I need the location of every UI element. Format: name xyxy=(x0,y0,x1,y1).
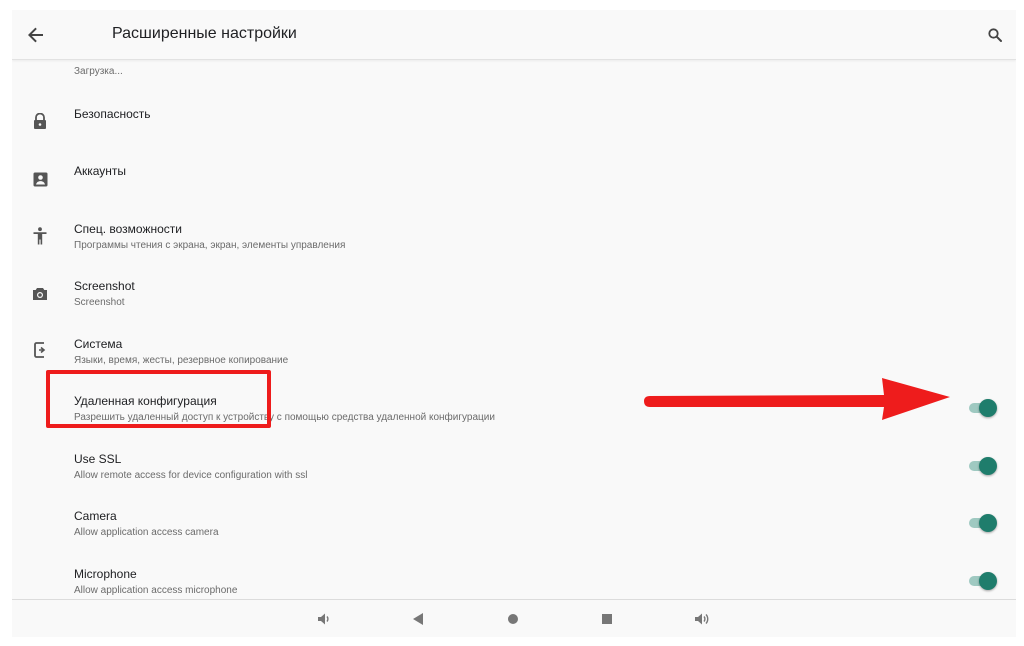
account-box-icon xyxy=(30,169,50,189)
list-item-title: Аккаунты xyxy=(74,164,127,178)
settings-list: Загрузка... Безопасность Аккаунты Спец. … xyxy=(12,61,1016,599)
volume-up-icon[interactable] xyxy=(692,609,712,629)
list-item-camera[interactable]: Camera Allow application access camera xyxy=(12,490,1016,547)
search-icon[interactable] xyxy=(984,24,1006,46)
android-screen: Расширенные настройки Загрузка... Безопа… xyxy=(12,10,1016,637)
list-item-title: Безопасность xyxy=(74,107,151,121)
home-circle-icon[interactable] xyxy=(503,609,523,629)
list-item-title: Спец. возможности xyxy=(74,222,182,236)
list-item-subtitle: Screenshot xyxy=(74,297,125,308)
list-item-partial[interactable]: Загрузка... xyxy=(12,61,1016,78)
use-ssl-toggle[interactable] xyxy=(967,456,997,476)
list-item-title: Use SSL xyxy=(74,452,122,466)
camera-toggle[interactable] xyxy=(967,513,997,533)
navigation-bar xyxy=(12,599,1016,637)
list-item-accessibility[interactable]: Спец. возможности Программы чтения с экр… xyxy=(12,203,1016,260)
list-item-microphone[interactable]: Microphone Allow application access micr… xyxy=(12,548,1016,599)
list-item-security[interactable]: Безопасность xyxy=(12,88,1016,145)
list-item-subtitle: Программы чтения с экрана, экран, элемен… xyxy=(74,240,346,251)
volume-down-icon[interactable] xyxy=(314,609,334,629)
app-bar: Расширенные настройки xyxy=(12,10,1016,60)
list-item-title: Система xyxy=(74,337,123,351)
list-item-subtitle: Allow application access camera xyxy=(74,527,219,538)
recents-square-icon[interactable] xyxy=(597,609,617,629)
arrow-back-icon[interactable] xyxy=(24,23,48,47)
list-item-title: Microphone xyxy=(74,567,137,581)
camera-icon xyxy=(30,284,50,304)
annotation-arrow xyxy=(644,378,950,420)
list-item-accounts[interactable]: Аккаунты xyxy=(12,145,1016,202)
system-icon xyxy=(30,340,50,360)
list-item-use-ssl[interactable]: Use SSL Allow remote access for device c… xyxy=(12,433,1016,490)
list-item-screenshot[interactable]: Screenshot Screenshot xyxy=(12,260,1016,317)
page-title: Расширенные настройки xyxy=(112,25,297,42)
list-item-subtitle: Языки, время, жесты, резервное копирован… xyxy=(74,355,289,366)
list-item-subtitle: Загрузка... xyxy=(74,66,123,77)
accessibility-icon xyxy=(30,226,50,246)
list-item-subtitle: Allow application access microphone xyxy=(74,585,238,596)
microphone-toggle[interactable] xyxy=(967,571,997,591)
list-item-title: Screenshot xyxy=(74,279,135,293)
list-item-system[interactable]: Система Языки, время, жесты, резервное к… xyxy=(12,318,1016,375)
annotation-highlight-box xyxy=(46,370,271,428)
back-triangle-icon[interactable] xyxy=(408,609,428,629)
list-item-title: Camera xyxy=(74,509,117,523)
remote-config-toggle[interactable] xyxy=(967,398,997,418)
list-item-subtitle: Allow remote access for device configura… xyxy=(74,470,308,481)
lock-icon xyxy=(30,111,50,131)
